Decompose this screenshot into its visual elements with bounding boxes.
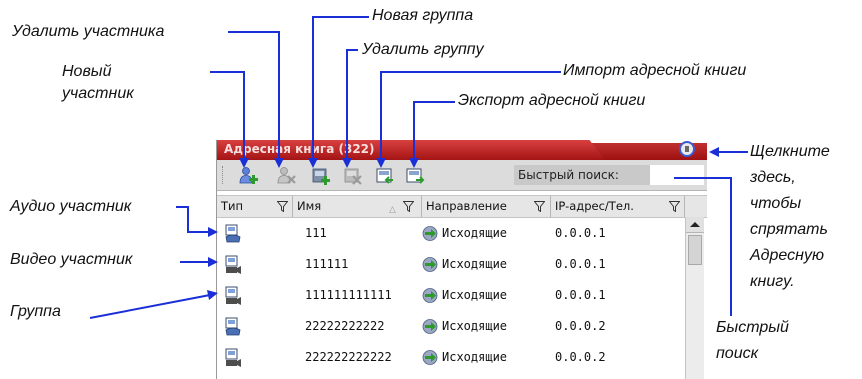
- group-icon: [225, 286, 241, 305]
- audio-member-icon: [225, 317, 241, 336]
- filter-icon[interactable]: [403, 201, 414, 212]
- quick-search-label: Быстрый поиск:: [514, 165, 650, 185]
- outgoing-call-icon: [422, 288, 438, 303]
- delete-member-button[interactable]: [277, 166, 297, 186]
- callout-hide-line4: спрятать: [750, 221, 828, 238]
- column-direction-label: Направление: [426, 199, 507, 213]
- new-group-button[interactable]: [311, 166, 331, 186]
- callout-new-member-line1: Новый: [62, 63, 112, 80]
- callout-delete-group: Удалить группу: [362, 41, 484, 58]
- callout-hide-line5: Адресную: [750, 247, 824, 264]
- table-row[interactable]: 111111111111 Исходящие 0.0.0.1: [217, 280, 683, 311]
- callout-import-book: Импорт адресной книги: [563, 62, 747, 79]
- callout-quick-search-line1: Быстрый: [716, 319, 789, 336]
- row-ip: 0.0.0.1: [555, 226, 606, 240]
- new-member-button[interactable]: [239, 166, 259, 186]
- callout-new-group: Новая группа: [372, 7, 474, 24]
- toolbar: Быстрый поиск:: [217, 160, 707, 191]
- hide-address-book-button[interactable]: [679, 141, 695, 157]
- video-member-icon: [225, 348, 241, 367]
- outgoing-call-icon: [422, 319, 438, 334]
- table-header: Тип Имя △ Направление IP-адрес/Тел.: [217, 195, 707, 218]
- column-header-direction[interactable]: Направление: [422, 196, 551, 217]
- row-name: 22222222222: [305, 319, 385, 333]
- callout-hide-line3: чтобы: [750, 195, 802, 212]
- row-name: 111111111111: [305, 288, 392, 302]
- column-header-name[interactable]: Имя △: [293, 196, 422, 217]
- export-icon: [406, 168, 425, 184]
- outgoing-call-icon: [422, 350, 438, 365]
- table-row[interactable]: 222222222222 Исходящие 0.0.0.2: [217, 342, 683, 373]
- row-name: 222222222222: [305, 350, 392, 364]
- table-row[interactable]: 111111 Исходящие 0.0.0.1: [217, 249, 683, 280]
- filter-icon[interactable]: [277, 201, 288, 212]
- remove-user-icon: [277, 167, 296, 184]
- scroll-up-button[interactable]: [686, 217, 704, 233]
- column-type-label: Тип: [221, 199, 244, 213]
- delete-group-button[interactable]: [343, 166, 363, 186]
- table-row[interactable]: 111 Исходящие 0.0.0.1: [217, 218, 683, 249]
- row-direction: Исходящие: [442, 257, 508, 271]
- window-title: Адресная книга (322): [224, 142, 375, 156]
- import-icon: [376, 168, 393, 184]
- callout-video-member: Видео участник: [10, 251, 133, 268]
- outgoing-call-icon: [422, 257, 438, 272]
- add-group-icon: [312, 168, 330, 185]
- row-direction: Исходящие: [442, 226, 508, 240]
- callout-hide-line1: Щелкните: [750, 143, 830, 160]
- audio-member-icon: [225, 224, 241, 243]
- row-direction: Исходящие: [442, 319, 508, 333]
- export-address-book-button[interactable]: [405, 166, 425, 186]
- column-name-label: Имя: [297, 199, 322, 213]
- column-header-ip[interactable]: IP-адрес/Тел.: [551, 196, 685, 217]
- callout-hide-line2: здесь,: [750, 169, 796, 186]
- callout-group: Группа: [10, 303, 61, 320]
- row-ip: 0.0.0.2: [555, 350, 606, 364]
- table-row[interactable]: 22222222222 Исходящие 0.0.0.2: [217, 311, 683, 342]
- column-ip-label: IP-адрес/Тел.: [555, 199, 634, 213]
- scroll-thumb[interactable]: [688, 235, 702, 265]
- row-direction: Исходящие: [442, 288, 508, 302]
- toolbar-grip[interactable]: [222, 166, 226, 184]
- video-member-icon: [225, 255, 241, 274]
- address-book-window: Адресная книга (322) Быстрый поиск: Тип …: [216, 140, 707, 379]
- filter-icon[interactable]: [534, 201, 545, 212]
- callout-new-member-line2: участник: [62, 85, 134, 102]
- row-ip: 0.0.0.2: [555, 319, 606, 333]
- vertical-scrollbar[interactable]: [685, 217, 704, 379]
- callout-export-book: Экспорт адресной книги: [458, 92, 646, 109]
- remove-group-icon: [344, 168, 362, 185]
- row-ip: 0.0.0.1: [555, 257, 606, 271]
- row-name: 111111: [305, 257, 349, 271]
- title-bar: Адресная книга (322): [217, 140, 707, 160]
- row-direction: Исходящие: [442, 350, 508, 364]
- filter-icon[interactable]: [669, 201, 680, 212]
- row-name: 111: [305, 226, 327, 240]
- callout-hide-line6: книгу.: [750, 273, 795, 290]
- add-user-icon: [239, 167, 258, 184]
- import-address-book-button[interactable]: [375, 166, 395, 186]
- outgoing-call-icon: [422, 226, 438, 241]
- row-ip: 0.0.0.1: [555, 288, 606, 302]
- callout-quick-search-line2: поиск: [716, 345, 759, 362]
- callout-delete-member: Удалить участника: [12, 23, 165, 40]
- quick-search-input[interactable]: [650, 165, 704, 185]
- column-header-type[interactable]: Тип: [217, 196, 293, 217]
- callout-audio-member: Аудио участник: [10, 198, 132, 215]
